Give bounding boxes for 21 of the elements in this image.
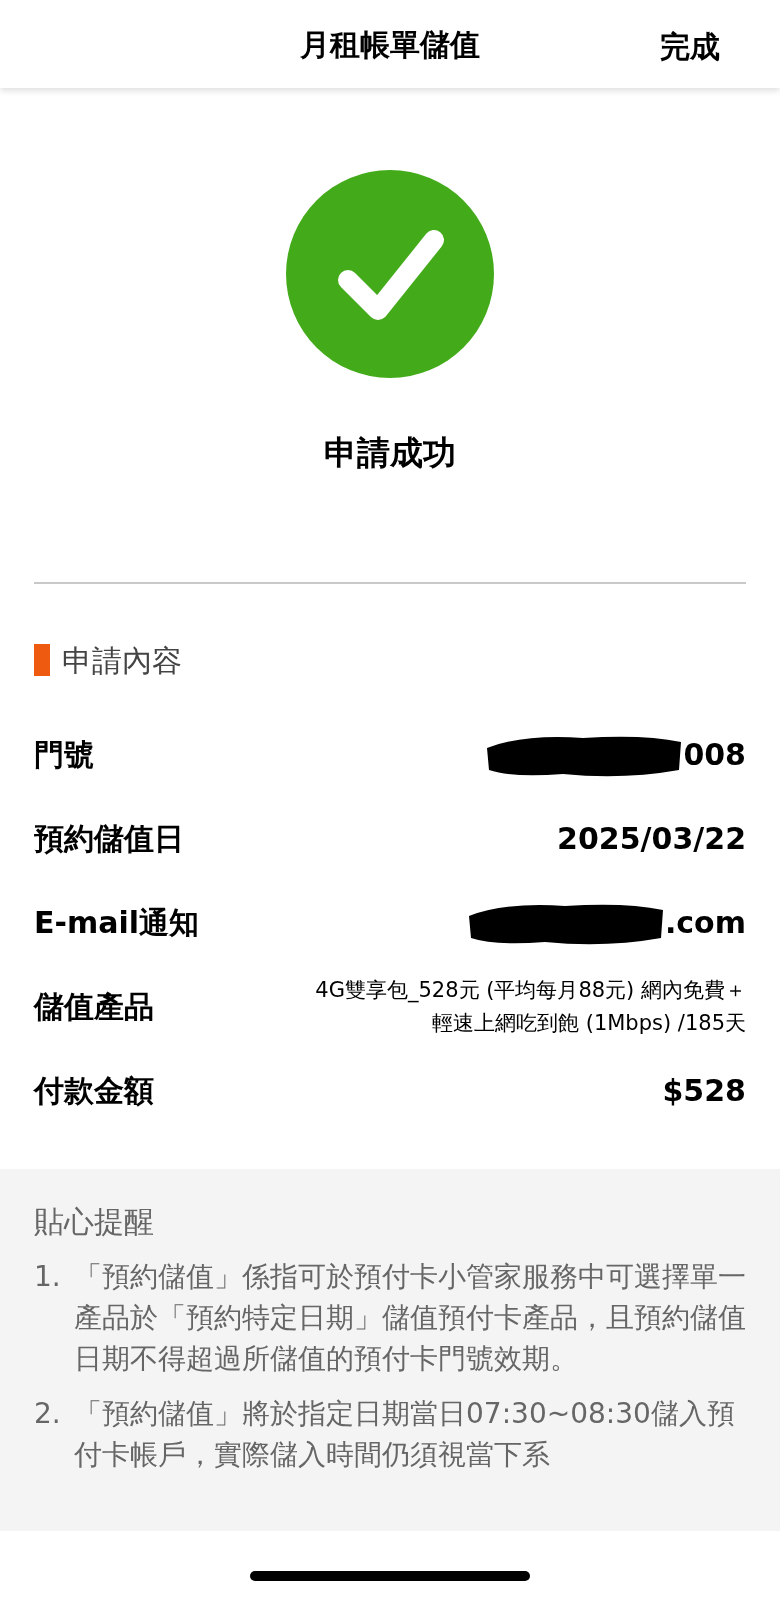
done-button[interactable]: 完成 <box>660 24 720 69</box>
row-value: .com <box>664 904 746 942</box>
page-title: 月租帳單儲值 <box>300 25 480 64</box>
section-marker <box>34 644 50 676</box>
tip-number: 1. <box>34 1258 62 1295</box>
row-label: 儲值產品 <box>34 988 154 1026</box>
tip-text: 「預約儲值」將於指定日期當日07:30~08:30儲入預付卡帳戶，實際儲入時間仍須視當下系 <box>74 1395 736 1473</box>
tip-number: 2. <box>34 1395 62 1432</box>
row-value: 2025/03/22 <box>557 820 746 858</box>
row-value: 008 <box>683 736 746 774</box>
row-value: $528 <box>662 1072 746 1110</box>
row-label: E-mail通知 <box>34 904 199 942</box>
row-label: 門號 <box>34 736 94 774</box>
row-label: 付款金額 <box>34 1072 154 1110</box>
row-label: 預約儲值日 <box>34 820 184 858</box>
tips-title: 貼心提醒 <box>34 1202 155 1241</box>
row-value: 4G雙享包_528元 (平均每月88元) 網內免費＋輕速上網吃到飽 (1Mbps) /185天 <box>314 976 746 1037</box>
success-check-icon <box>286 170 494 378</box>
section-title: 申請內容 <box>62 641 182 680</box>
tip-text: 「預約儲值」係指可於預付卡小管家服務中可選擇單一產品於「預約特定日期」儲值預付卡產品，且預約儲值日期不得超過所儲值的預付卡門號效期。 <box>74 1258 746 1377</box>
status-message: 申請成功 <box>324 432 456 474</box>
